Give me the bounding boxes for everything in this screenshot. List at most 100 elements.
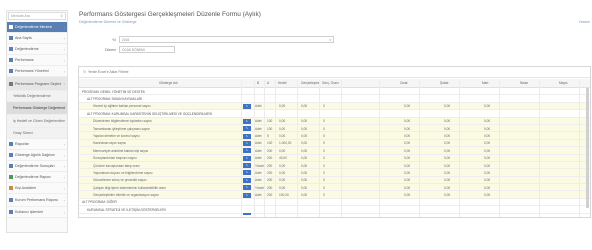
jan-cell[interactable]: 0,00 (404, 171, 410, 175)
feb-cell[interactable]: 0,00 (444, 134, 450, 138)
edit-icon[interactable]: ✎ (243, 118, 251, 124)
group-row[interactable]: KURUMSAL STRATEJİ VE İLETİŞİM GÖSTERGELE… (79, 206, 590, 214)
edit-icon[interactable]: ✎ (243, 126, 251, 132)
jan-cell[interactable]: 0,00 (404, 141, 410, 145)
sidebar-item-dashboard[interactable]: Değerlendirme Merkezi › (7, 22, 67, 33)
table-row[interactable]: Çalışan bilgi işlem sistemlerinin kullan… (79, 184, 590, 192)
jan-cell[interactable]: 0,00 (404, 134, 410, 138)
sidebar-item-performance[interactable]: Performans › (7, 55, 67, 66)
jan-cell[interactable]: 0,00 (404, 164, 410, 168)
sidebar-item-indicator-form[interactable]: Performans Gösterge Değerlendirme Formu (7, 102, 67, 115)
edit-icon[interactable]: ✎ (243, 133, 251, 139)
grid-toolbar-text[interactable]: Yenile Excel'e Aktar Filtrele (88, 70, 129, 74)
refresh-icon[interactable]: ↻ (83, 70, 86, 74)
mar-cell[interactable]: 0,00 (484, 127, 490, 131)
col-mar-header[interactable]: Mart (482, 81, 488, 85)
jan-cell[interactable]: 0,00 (404, 156, 410, 160)
horizontal-scrollbar-thumb[interactable] (243, 213, 251, 215)
group-row[interactable]: ALT PROGRAM: KURUMSAL KAPASİTENİN GELİŞT… (79, 110, 590, 118)
sidebar-item-program-selection[interactable]: Performans Programı Seçimi › (7, 77, 67, 91)
table-row[interactable]: Yapılan denetim ve kontrol sayısı ✎ Adet 5 0… (79, 132, 590, 140)
sidebar-item-user-operations[interactable]: Kullanıcı İşlemleri › (7, 207, 67, 218)
feb-cell[interactable]: 0,00 (444, 127, 450, 131)
edit-icon[interactable]: ✎ (243, 148, 251, 154)
mar-cell[interactable]: 0,00 (484, 104, 490, 108)
page-subtitle-link[interactable]: Değerlendirme Dönemi ve Gösterge (79, 20, 137, 24)
group-row[interactable]: ALT PROGRAM: DİĞER (79, 199, 590, 207)
feb-cell[interactable]: 0,00 (444, 156, 450, 160)
mar-cell[interactable]: 0,00 (484, 134, 490, 138)
group-row[interactable]: ALT PROGRAM: İNSAN KAYNAKLARI (79, 95, 590, 103)
sidebar-item-performance-management[interactable]: Performans Yönetimi › (7, 66, 67, 77)
col-feb-header[interactable]: Şubat (440, 81, 448, 85)
edit-icon[interactable]: ✎ (243, 185, 251, 191)
sidebar-item-home[interactable]: Ana Sayfa › (7, 33, 67, 44)
help-link[interactable]: Yardım (579, 20, 590, 24)
jan-cell[interactable]: 0,00 (404, 127, 410, 131)
group-row[interactable]: PROGRAM: GENEL YÖNETİM VE DESTEK (79, 88, 590, 96)
edit-icon[interactable]: ✎ (243, 163, 251, 169)
table-row[interactable]: Sonuçlandırılan başvuru sayısı ✎ Adet 200 40… (79, 154, 590, 162)
mar-cell[interactable]: 0,00 (484, 156, 490, 160)
table-row[interactable]: Hazırlanan rapor sayısı ✎ Adet 100 1.000,00 0… (79, 139, 590, 148)
col-may-header[interactable]: Mayıs (559, 81, 568, 85)
feb-cell[interactable]: 0,00 (444, 104, 450, 108)
table-row[interactable]: Yayımlanan duyuru ve bilgilendirme sayıs… (79, 169, 590, 177)
edit-icon[interactable]: ✎ (243, 155, 251, 161)
jan-cell[interactable]: 0,00 (404, 119, 410, 123)
mar-cell[interactable]: 0,00 (484, 171, 490, 175)
table-row[interactable]: Hizmet içi eğitime katılan personel sayı… (79, 102, 590, 111)
edit-icon[interactable]: ✎ (243, 103, 251, 109)
period-select[interactable]: OCAK DÖNEMİ (119, 46, 175, 53)
col-a-header[interactable]: A (267, 81, 269, 85)
mar-cell[interactable]: 0,00 (484, 149, 490, 153)
jan-cell[interactable]: 0,00 (404, 104, 410, 108)
feb-cell[interactable]: 0,00 (444, 119, 450, 123)
col-b-header[interactable]: B (257, 81, 259, 85)
mar-cell[interactable]: 0,00 (484, 193, 490, 197)
sidebar-item-evaluation-results[interactable]: Değerlendirme Sonuçları › (7, 161, 67, 172)
feb-cell[interactable]: 0,00 (444, 149, 450, 153)
sidebar-item-competency[interactable]: Yetkinlik Değerlendirme (7, 91, 67, 102)
sidebar-item-goal-evaluation[interactable]: İş Hedefi ve Görev Değerlendirme (7, 115, 67, 128)
menu-search-input[interactable]: Menüde Ara ⚲ (8, 12, 66, 20)
table-row[interactable]: Güncellenen süreç ve prosedür sayısı ✎ Ade… (79, 176, 590, 185)
col-ratio-header[interactable]: Gerç. Oranı (322, 81, 339, 85)
feb-cell[interactable]: 0,00 (444, 186, 450, 190)
feb-cell[interactable]: 0,00 (444, 141, 450, 145)
jan-cell[interactable]: 0,00 (404, 186, 410, 190)
sidebar-item-approval[interactable]: Onay Süreci (7, 128, 67, 139)
sidebar-item-evaluation[interactable]: Değerlendirme › (7, 44, 67, 55)
col-indicator-name-header[interactable]: Gösterge Adı (159, 81, 178, 85)
search-icon[interactable]: ⚲ (60, 14, 63, 18)
edit-icon[interactable]: ✎ (243, 192, 251, 198)
feb-cell[interactable]: 0,00 (444, 178, 450, 182)
mar-cell[interactable]: 0,00 (484, 178, 490, 182)
edit-icon[interactable]: ✎ (243, 170, 251, 176)
sidebar-item-weight-distribution[interactable]: Gösterge Ağırlık Dağılımı › (7, 150, 67, 161)
col-target-header[interactable]: Hedef (278, 81, 287, 85)
mar-cell[interactable]: 0,00 (484, 141, 490, 145)
sidebar-item-person-analysis[interactable]: Kişi Analizleri › (7, 183, 67, 194)
col-actual-header[interactable]: Gerçekleşme (301, 81, 320, 85)
table-row[interactable]: Düzenlenen bilgilendirme toplantısı sayı… (79, 117, 590, 125)
col-apr-header[interactable]: Nisan (520, 81, 528, 85)
col-jan-header[interactable]: Ocak (400, 81, 407, 85)
edit-icon[interactable]: ✎ (243, 140, 251, 146)
jan-cell[interactable]: 0,00 (404, 193, 410, 197)
table-row[interactable]: Gerçekleştirilen etkinlik ve organizasyo… (79, 191, 590, 199)
sidebar-item-evaluation-report[interactable]: Değerlendirme Raporu › (7, 172, 67, 183)
jan-cell[interactable]: 0,00 (404, 178, 410, 182)
mar-cell[interactable]: 0,00 (484, 119, 490, 123)
mar-cell[interactable]: 0,00 (484, 186, 490, 190)
table-row[interactable]: Tamamlanan iyileştirme çalışması sayısı ✎… (79, 124, 590, 133)
table-row[interactable]: Çözüme kavuşturulan talep oranı ✎ Yüzde 200… (79, 161, 590, 170)
feb-cell[interactable]: 0,00 (444, 171, 450, 175)
feb-cell[interactable]: 0,00 (444, 164, 450, 168)
vertical-scrollbar[interactable] (586, 88, 589, 208)
mar-cell[interactable]: 0,00 (484, 164, 490, 168)
sidebar-item-reports[interactable]: Raporlar › (7, 139, 67, 150)
feb-cell[interactable]: 0,00 (444, 193, 450, 197)
table-row[interactable]: Memnuniyet anketine katılan kişi sayısı ✎… (79, 147, 590, 155)
jan-cell[interactable]: 0,00 (404, 149, 410, 153)
